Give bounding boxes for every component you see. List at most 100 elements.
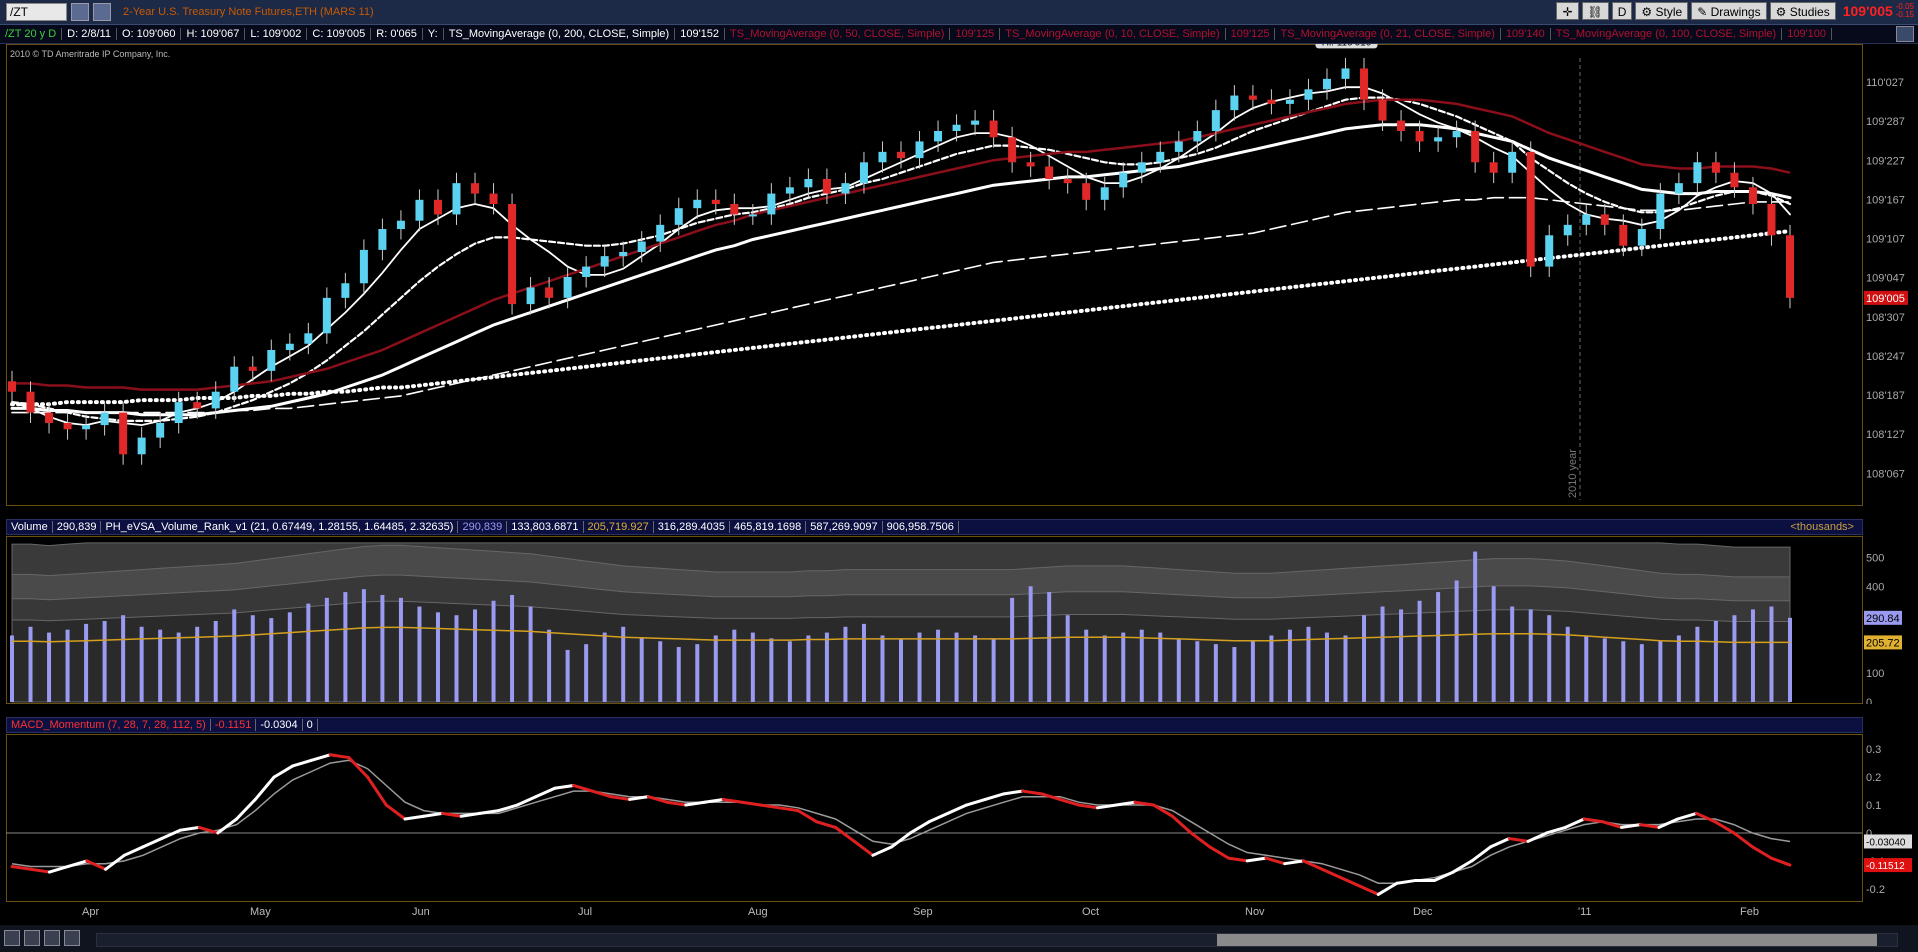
candle-body bbox=[1341, 68, 1350, 79]
time-scrollbar[interactable] bbox=[96, 933, 1898, 947]
volume-bar bbox=[1028, 586, 1033, 702]
macd-segment bbox=[1208, 845, 1231, 860]
crosshair-icon[interactable]: ✛ bbox=[1556, 2, 1579, 20]
scrollbar-thumb[interactable] bbox=[1217, 934, 1877, 946]
month-label: Jun bbox=[412, 906, 430, 918]
chart-settings-icon[interactable] bbox=[93, 3, 111, 21]
studies-button[interactable]: ⚙ Studies bbox=[1769, 2, 1836, 20]
macd-segment bbox=[553, 783, 575, 790]
candle-body bbox=[1563, 224, 1572, 236]
volume-v6: 587,269.9097 bbox=[806, 521, 883, 533]
expand-icon[interactable] bbox=[44, 930, 60, 946]
candle-body bbox=[1026, 162, 1035, 167]
aggregation-button[interactable]: D bbox=[1611, 2, 1633, 20]
volume-v5: 465,819.1698 bbox=[730, 521, 807, 533]
candle-body bbox=[1489, 162, 1498, 173]
zoom-icon[interactable] bbox=[24, 930, 40, 946]
style-button[interactable]: ⚙ Style bbox=[1635, 2, 1689, 20]
grid-icon[interactable] bbox=[4, 930, 20, 946]
volume-bar bbox=[1232, 647, 1237, 702]
candle-body bbox=[137, 437, 146, 455]
candle-body bbox=[1600, 214, 1609, 225]
symbol-dropdown-button[interactable] bbox=[71, 3, 89, 21]
ma100-label: TS_MovingAverage (0, 100, CLOSE, Simple) bbox=[1551, 28, 1783, 40]
candle-body bbox=[1248, 95, 1257, 100]
candle-body bbox=[1285, 99, 1294, 104]
volume-bar bbox=[1510, 606, 1515, 702]
volume-bar bbox=[1695, 626, 1700, 702]
volume-bar bbox=[1250, 641, 1255, 702]
draw-line-icon[interactable] bbox=[64, 930, 80, 946]
volume-bar bbox=[1547, 615, 1552, 702]
volume-bar bbox=[269, 618, 274, 702]
hi-label: Hi: 110'010 bbox=[1322, 44, 1372, 48]
candle-body bbox=[711, 199, 720, 204]
macd-segment bbox=[1245, 856, 1268, 863]
candle-body bbox=[804, 178, 813, 188]
candle-body bbox=[322, 297, 331, 334]
candle-body bbox=[526, 287, 535, 305]
ma200-value: 109'152 bbox=[675, 28, 726, 40]
price-y-tick: 108'307 bbox=[1866, 312, 1905, 324]
macd-segment bbox=[777, 806, 800, 813]
macd-segment bbox=[1769, 856, 1792, 867]
macd-segment bbox=[1283, 859, 1305, 866]
ma50-label: TS_MovingAverage (0, 50, CLOSE, Simple) bbox=[725, 28, 951, 40]
candle-body bbox=[1415, 131, 1424, 142]
volume-v1: 290,839 bbox=[458, 521, 508, 533]
macd-segment bbox=[1582, 817, 1605, 824]
candle-body bbox=[1452, 131, 1461, 138]
candle-body bbox=[63, 423, 72, 430]
bar-y: Y: bbox=[423, 28, 444, 40]
candle-body bbox=[1193, 131, 1202, 142]
macd-segment bbox=[965, 797, 987, 807]
macd-chart: 0.30.20.10-0.1-0.2-0.03040-0.11512 bbox=[6, 744, 1912, 896]
volume-bar bbox=[750, 632, 755, 702]
macd-zero: 0 bbox=[303, 719, 318, 731]
candle-body bbox=[1360, 68, 1369, 100]
month-label: Oct bbox=[1082, 906, 1100, 918]
volume-bar bbox=[1491, 586, 1496, 702]
macd-y-tick: 0.1 bbox=[1866, 800, 1881, 812]
volume-bar bbox=[10, 635, 14, 702]
candle-body bbox=[693, 199, 702, 209]
macd-y-tick: 0.3 bbox=[1866, 744, 1881, 756]
volume-bar bbox=[1732, 615, 1737, 702]
macd-segment bbox=[422, 811, 444, 818]
candle-body bbox=[45, 412, 54, 423]
volume-bar bbox=[713, 635, 718, 702]
candle-body bbox=[508, 204, 517, 305]
volume-bar bbox=[621, 626, 626, 702]
volume-bar bbox=[1436, 592, 1441, 702]
candle-body bbox=[563, 277, 572, 298]
candle-body bbox=[378, 229, 387, 250]
studies-icon: ⚙ bbox=[1775, 5, 1790, 19]
macd-y-tick: -0.2 bbox=[1866, 884, 1885, 896]
candle-body bbox=[637, 241, 646, 252]
macd-segment bbox=[983, 792, 1006, 801]
volume-bar bbox=[843, 626, 848, 702]
link-icon[interactable]: ⛓ bbox=[1581, 2, 1609, 20]
macd-segment bbox=[534, 786, 557, 799]
month-label: Aug bbox=[748, 906, 768, 918]
volume-bar bbox=[954, 632, 959, 702]
volume-bar bbox=[473, 609, 478, 702]
symbol-input[interactable]: /ZT bbox=[6, 3, 67, 21]
macd-segment bbox=[927, 811, 950, 824]
macd-segment bbox=[104, 853, 126, 871]
volume-header: Volume 290,839 PH_eVSA_Volume_Rank_v1 (2… bbox=[6, 519, 1863, 535]
chart-name: /ZT 20 y D bbox=[0, 28, 63, 40]
month-label: Feb bbox=[1740, 906, 1759, 918]
macd-segment bbox=[10, 864, 33, 871]
last-price-badge-label: 109'005 bbox=[1866, 293, 1905, 305]
candle-body bbox=[359, 249, 368, 284]
candle-body bbox=[1137, 162, 1146, 173]
candle-body bbox=[582, 266, 591, 277]
volume-y-tick: 0 bbox=[1866, 697, 1872, 704]
macd-segment bbox=[815, 820, 837, 829]
candle-body bbox=[1267, 99, 1276, 104]
chart-menu-icon[interactable] bbox=[1896, 26, 1914, 42]
volume-bar bbox=[1584, 635, 1589, 702]
macd-segment bbox=[740, 800, 763, 807]
drawings-button[interactable]: ✎ Drawings bbox=[1691, 2, 1767, 20]
